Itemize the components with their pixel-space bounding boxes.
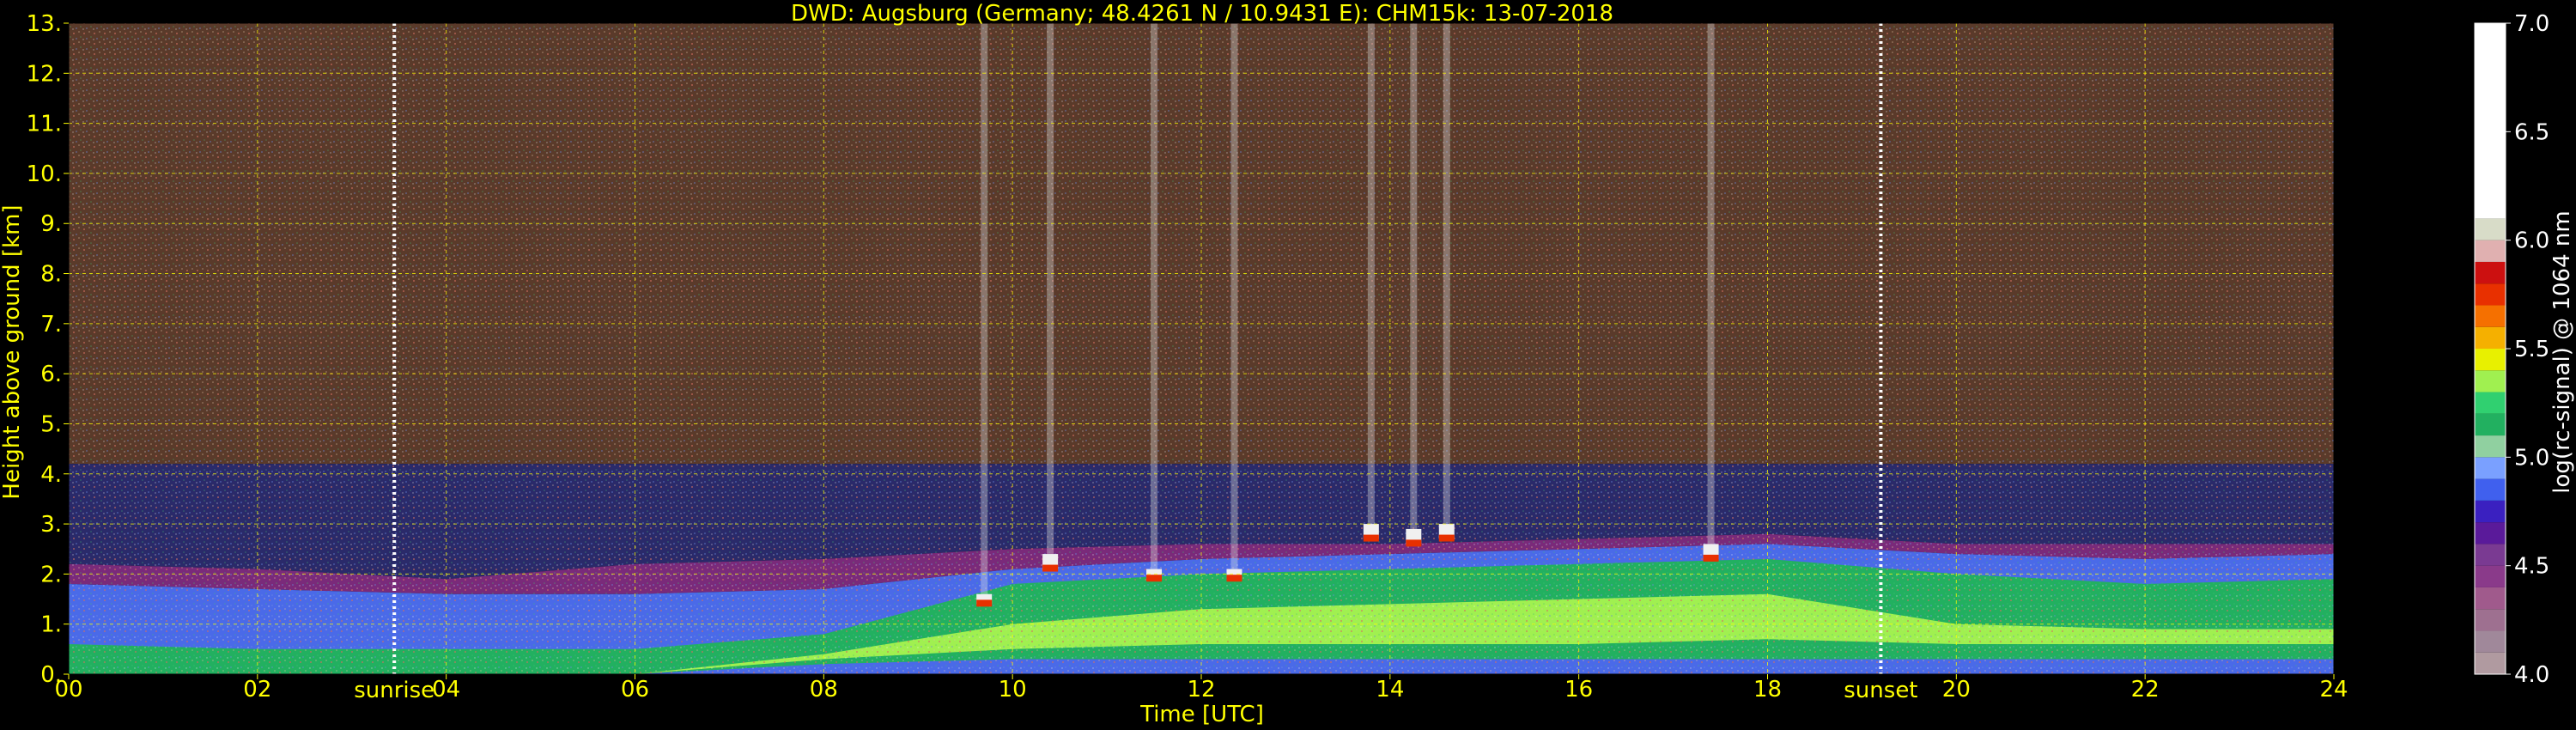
colorbar-band (2475, 630, 2506, 653)
x-tick-label: 10 (999, 677, 1027, 703)
colorbar-band (2475, 305, 2506, 327)
colorbar-band (2475, 261, 2506, 284)
colorbar-band (2475, 326, 2506, 349)
colorbar-tick-label: 6.0 (2514, 228, 2549, 254)
x-tick-label: 20 (1942, 677, 1971, 703)
colorbar-tick-label: 4.5 (2514, 554, 2549, 580)
y-tick-label: 12. (27, 61, 62, 87)
ceilometer-chart: sunrise sunset 00 02 04 06 08 10 12 14 16 18 20 22 24… (0, 0, 2576, 730)
colorbar-band (2475, 478, 2506, 501)
y-tick-label: 1. (40, 612, 62, 638)
colorbar-band (2475, 609, 2506, 631)
colorbar-tick-label: 4.0 (2514, 662, 2549, 688)
colorbar-label: log(rc-signal) @ 1064 nm (2549, 210, 2575, 493)
cloud-column (1047, 23, 1054, 555)
y-tick-label: 4. (40, 462, 62, 488)
sunrise-label: sunrise (354, 678, 434, 703)
y-tick-label: 10. (27, 161, 62, 187)
cloud-base (1406, 539, 1422, 547)
colorbar-band (2475, 587, 2506, 610)
colorbar-tick-label: 6.5 (2514, 119, 2549, 145)
y-ticks: 0. 1. 2. 3. 4. 5. 6. 7. 8. 9. 10. 11. 12. 13. (27, 11, 69, 688)
y-tick-label: 11. (27, 112, 62, 137)
x-tick-label: 18 (1753, 677, 1782, 703)
sunset-label: sunset (1844, 678, 1917, 703)
colorbar-band (2475, 218, 2506, 240)
colorbar-tick-label: 5.5 (2514, 337, 2549, 362)
y-axis-label: Height above ground [km] (0, 204, 25, 499)
x-tick-label: 16 (1564, 677, 1593, 703)
colorbar (2474, 22, 2506, 675)
colorbar-tick-label: 5.0 (2514, 445, 2549, 471)
cloud-base (976, 599, 993, 607)
x-tick-label: 12 (1187, 677, 1215, 703)
cloud-column (1410, 23, 1418, 529)
x-tick-label: 08 (810, 677, 838, 703)
cloud-column (1707, 23, 1715, 544)
y-tick-label: 3. (40, 512, 62, 538)
ceilometer-plot-svg: sunrise sunset 00 02 04 06 08 10 12 14 16 18 20 22 24… (0, 1, 2575, 727)
y-tick-label: 9. (40, 211, 62, 237)
y-tick-label: 2. (40, 562, 62, 587)
x-tick-label: 22 (2131, 677, 2160, 703)
y-tick-label: 8. (40, 262, 62, 288)
cloud-column (1151, 23, 1158, 569)
colorbar-tick-label: 7.0 (2514, 11, 2549, 37)
colorbar-band (2475, 457, 2506, 479)
colorbar-band (2475, 544, 2506, 566)
colorbar-band (2475, 435, 2506, 458)
colorbar-band (2475, 413, 2506, 436)
x-tick-label: 14 (1376, 677, 1404, 703)
chart-title: DWD: Augsburg (Germany; 48.4261 N / 10.9… (791, 1, 1613, 27)
cloud-base (1146, 575, 1163, 582)
colorbar-band (2475, 283, 2506, 306)
x-tick-label: 24 (2319, 677, 2348, 703)
colorbar-band (2475, 349, 2506, 371)
cloud-base (1363, 534, 1379, 542)
x-tick-label: 02 (243, 677, 271, 703)
colorbar-band (2475, 392, 2506, 414)
cloud-base (1042, 564, 1059, 572)
y-tick-label: 6. (40, 362, 62, 387)
x-tick-label: 04 (432, 677, 460, 703)
cloud-base (1438, 534, 1455, 542)
cloud-column (1230, 23, 1238, 569)
x-axis-label: Time [UTC] (1139, 702, 1264, 727)
colorbar-band (2475, 565, 2506, 587)
cloud-base (1226, 575, 1242, 582)
colorbar-band (2475, 240, 2506, 262)
y-tick-label: 13. (27, 11, 62, 37)
cloud-base (1703, 554, 1719, 562)
colorbar-band (2475, 652, 2506, 674)
x-tick-label: 06 (621, 677, 649, 703)
colorbar-band (2475, 23, 2506, 219)
colorbar-band (2475, 370, 2506, 392)
colorbar-band (2475, 500, 2506, 523)
colorbar-band (2475, 522, 2506, 544)
colorbar-ticks: 4.0 4.5 5.0 5.5 6.0 6.5 7.0 (2506, 11, 2549, 688)
y-tick-label: 5. (40, 411, 62, 437)
y-tick-label: 0. (40, 662, 62, 688)
y-tick-label: 7. (40, 312, 62, 338)
cloud-column (981, 23, 988, 594)
